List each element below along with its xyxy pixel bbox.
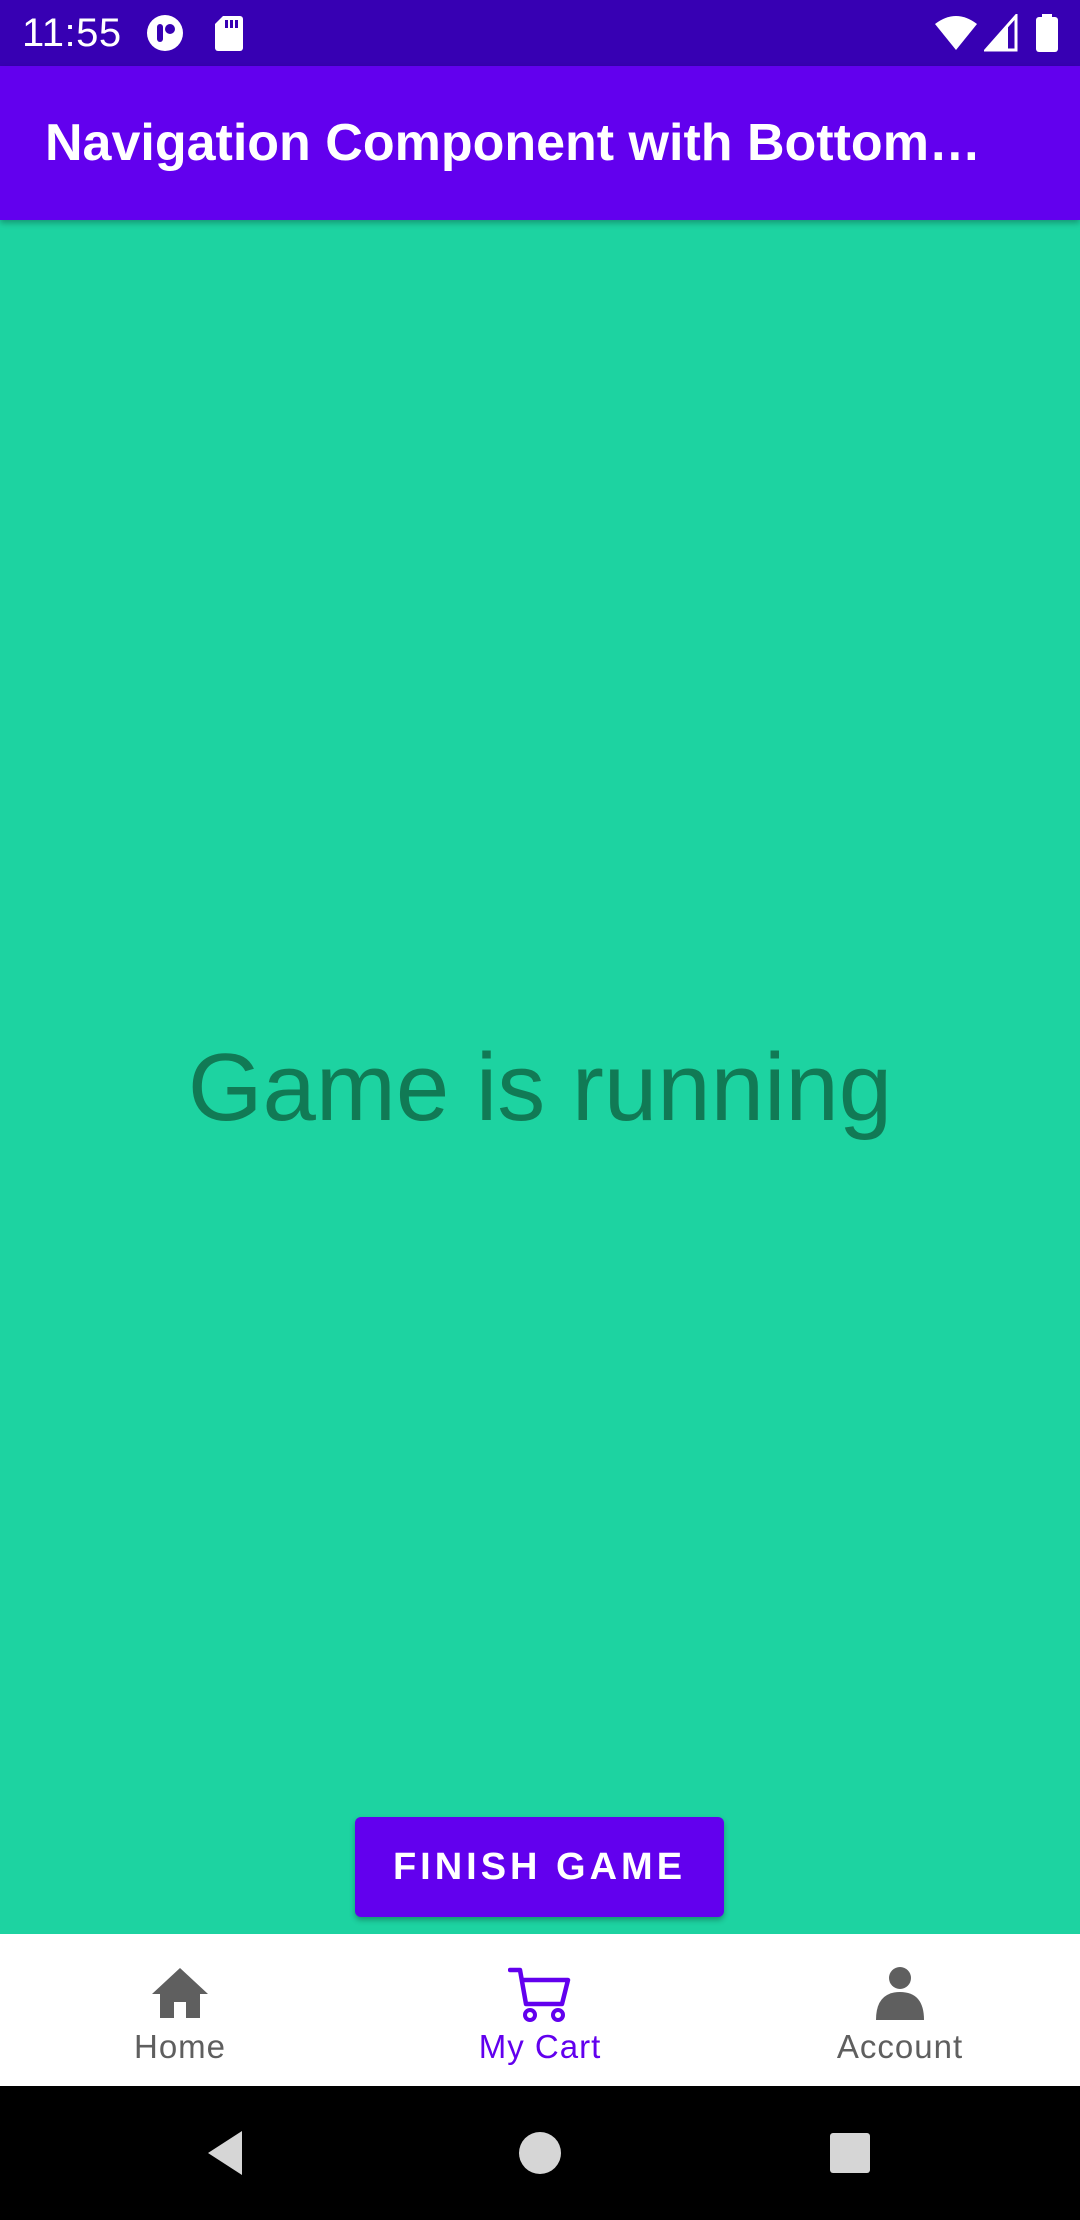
wifi-icon [935,16,977,50]
nav-label-account: Account [836,2028,964,2065]
system-navigation-bar [0,2086,1080,2220]
finish-game-button[interactable]: FINISH GAME [355,1817,724,1917]
status-time: 11:55 [22,11,122,55]
game-content-area: Game is running FINISH GAME [0,220,1080,1934]
cellular-signal-icon [984,14,1018,52]
app-bar: Navigation Component with Bottom… [0,66,1080,220]
home-circle-icon[interactable] [505,2118,575,2188]
cart-icon [508,1967,571,2022]
recents-icon[interactable] [815,2118,885,2188]
nav-item-my-cart[interactable]: My Cart [360,1934,720,2086]
nav-label-my-cart: My Cart [478,2028,602,2065]
app-title: Navigation Component with Bottom… [45,114,981,172]
nav-label-home: Home [133,2028,227,2065]
sd-card-icon [215,16,243,51]
notification-app-icon [147,15,183,51]
nav-item-home[interactable]: Home [0,1934,360,2086]
nav-item-account[interactable]: Account [720,1934,1080,2086]
game-status-text: Game is running [187,1034,893,1141]
home-icon [152,1968,208,2018]
account-icon [876,1967,924,2020]
battery-icon [1036,14,1058,52]
bottom-navigation: Home My Cart Account [0,1934,1080,2086]
back-icon[interactable] [190,2118,260,2188]
status-bar: 11:55 [0,0,1080,66]
